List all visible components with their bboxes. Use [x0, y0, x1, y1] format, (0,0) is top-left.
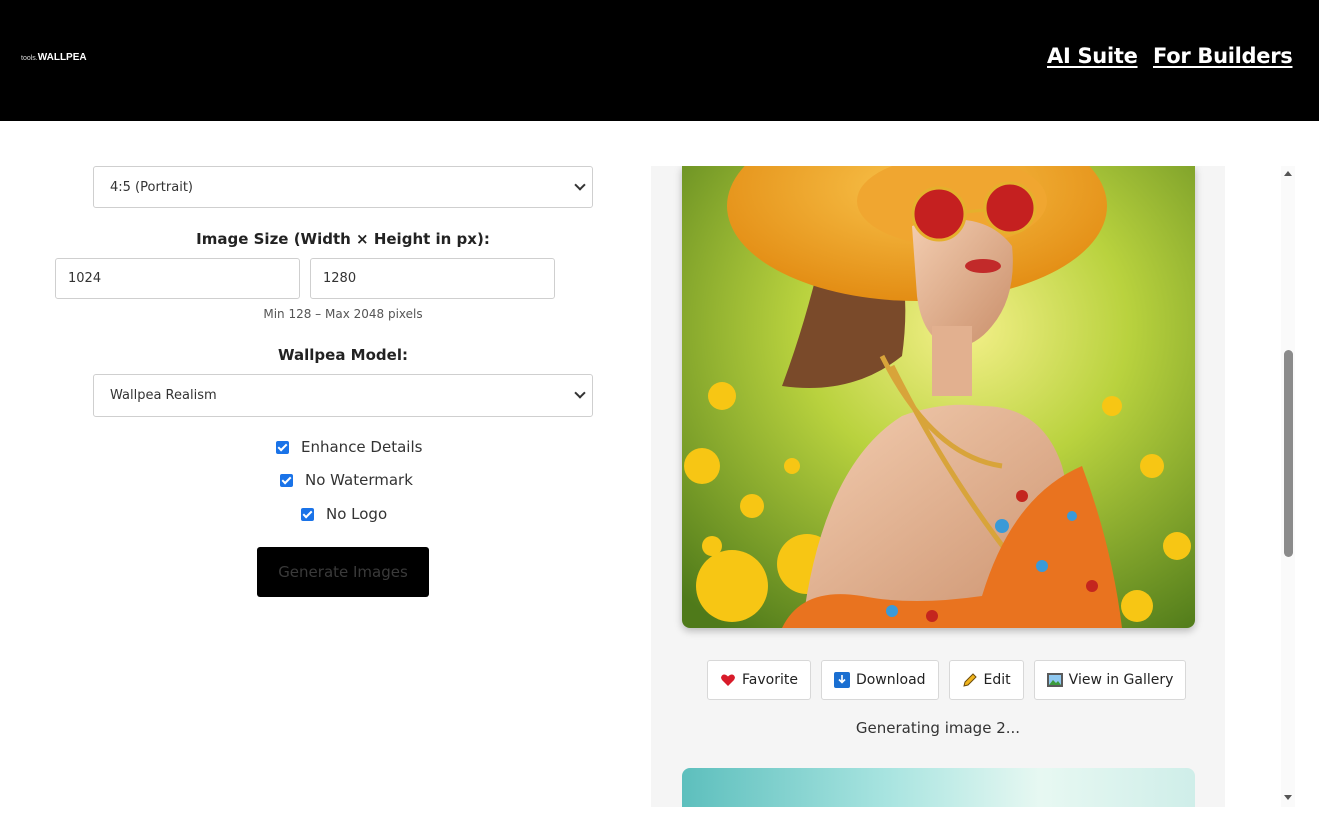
edit-button[interactable]: Edit	[948, 660, 1024, 700]
aspect-ratio-value: 4:5 (Portrait)	[110, 179, 193, 195]
nav-link-ai-suite[interactable]: AI Suite	[1047, 44, 1138, 68]
scroll-up-icon[interactable]	[1284, 171, 1292, 176]
no-logo-checkbox[interactable]: No Logo	[301, 505, 387, 523]
scroll-down-icon[interactable]	[1284, 795, 1292, 800]
checkbox-checked-icon[interactable]	[280, 473, 293, 487]
checkbox-checked-icon[interactable]	[301, 507, 314, 521]
checkbox-label: No Watermark	[305, 471, 413, 489]
generate-images-button[interactable]: Generate Images	[257, 547, 429, 597]
results-panel: Favorite Download Edit View in Gallery G…	[651, 166, 1225, 807]
image-size-label: Image Size (Width × Height in px):	[196, 230, 490, 248]
enhance-details-checkbox[interactable]: Enhance Details	[276, 438, 422, 456]
download-button[interactable]: Download	[820, 660, 939, 700]
generated-image[interactable]	[682, 166, 1195, 628]
chevron-down-icon	[574, 179, 586, 191]
image-actions: Favorite Download Edit View in Gallery	[707, 660, 1187, 700]
view-in-gallery-button[interactable]: View in Gallery	[1033, 660, 1187, 700]
favorite-button[interactable]: Favorite	[707, 660, 811, 700]
generated-image-picture	[682, 166, 1195, 628]
generation-status: Generating image 2...	[855, 719, 1021, 737]
checkbox-label: Enhance Details	[301, 438, 423, 456]
aspect-ratio-select[interactable]: 4:5 (Portrait)	[93, 166, 593, 208]
next-generated-image[interactable]	[682, 768, 1195, 807]
brand-logo[interactable]: tools.WALLPEA	[21, 52, 87, 65]
chevron-down-icon	[574, 387, 586, 399]
width-input[interactable]: 1024	[55, 258, 300, 299]
top-navigation-bar: tools.WALLPEA AI Suite For Builders	[0, 0, 1319, 121]
checkbox-checked-icon[interactable]	[276, 440, 289, 454]
scrollbar-thumb[interactable]	[1284, 350, 1293, 557]
model-value: Wallpea Realism	[110, 388, 217, 403]
no-watermark-checkbox[interactable]: No Watermark	[280, 471, 413, 489]
nav-link-for-builders[interactable]: For Builders	[1153, 44, 1293, 68]
heart-icon	[720, 672, 736, 688]
height-input[interactable]: 1280	[310, 258, 555, 299]
download-label: Download	[855, 672, 926, 688]
model-select[interactable]: Wallpea Realism	[93, 374, 593, 417]
size-hint: Min 128 – Max 2048 pixels	[263, 307, 423, 321]
model-label: Wallpea Model:	[278, 346, 408, 364]
edit-label: Edit	[983, 672, 1011, 688]
pencil-icon	[962, 672, 978, 688]
picture-icon	[1046, 672, 1063, 688]
checkbox-label: No Logo	[326, 505, 388, 523]
view-in-gallery-label: View in Gallery	[1068, 672, 1174, 688]
download-icon	[833, 672, 850, 688]
favorite-label: Favorite	[742, 672, 798, 688]
brand-name: WALLPEA	[37, 52, 87, 63]
brand-prefix: tools.	[21, 55, 38, 62]
